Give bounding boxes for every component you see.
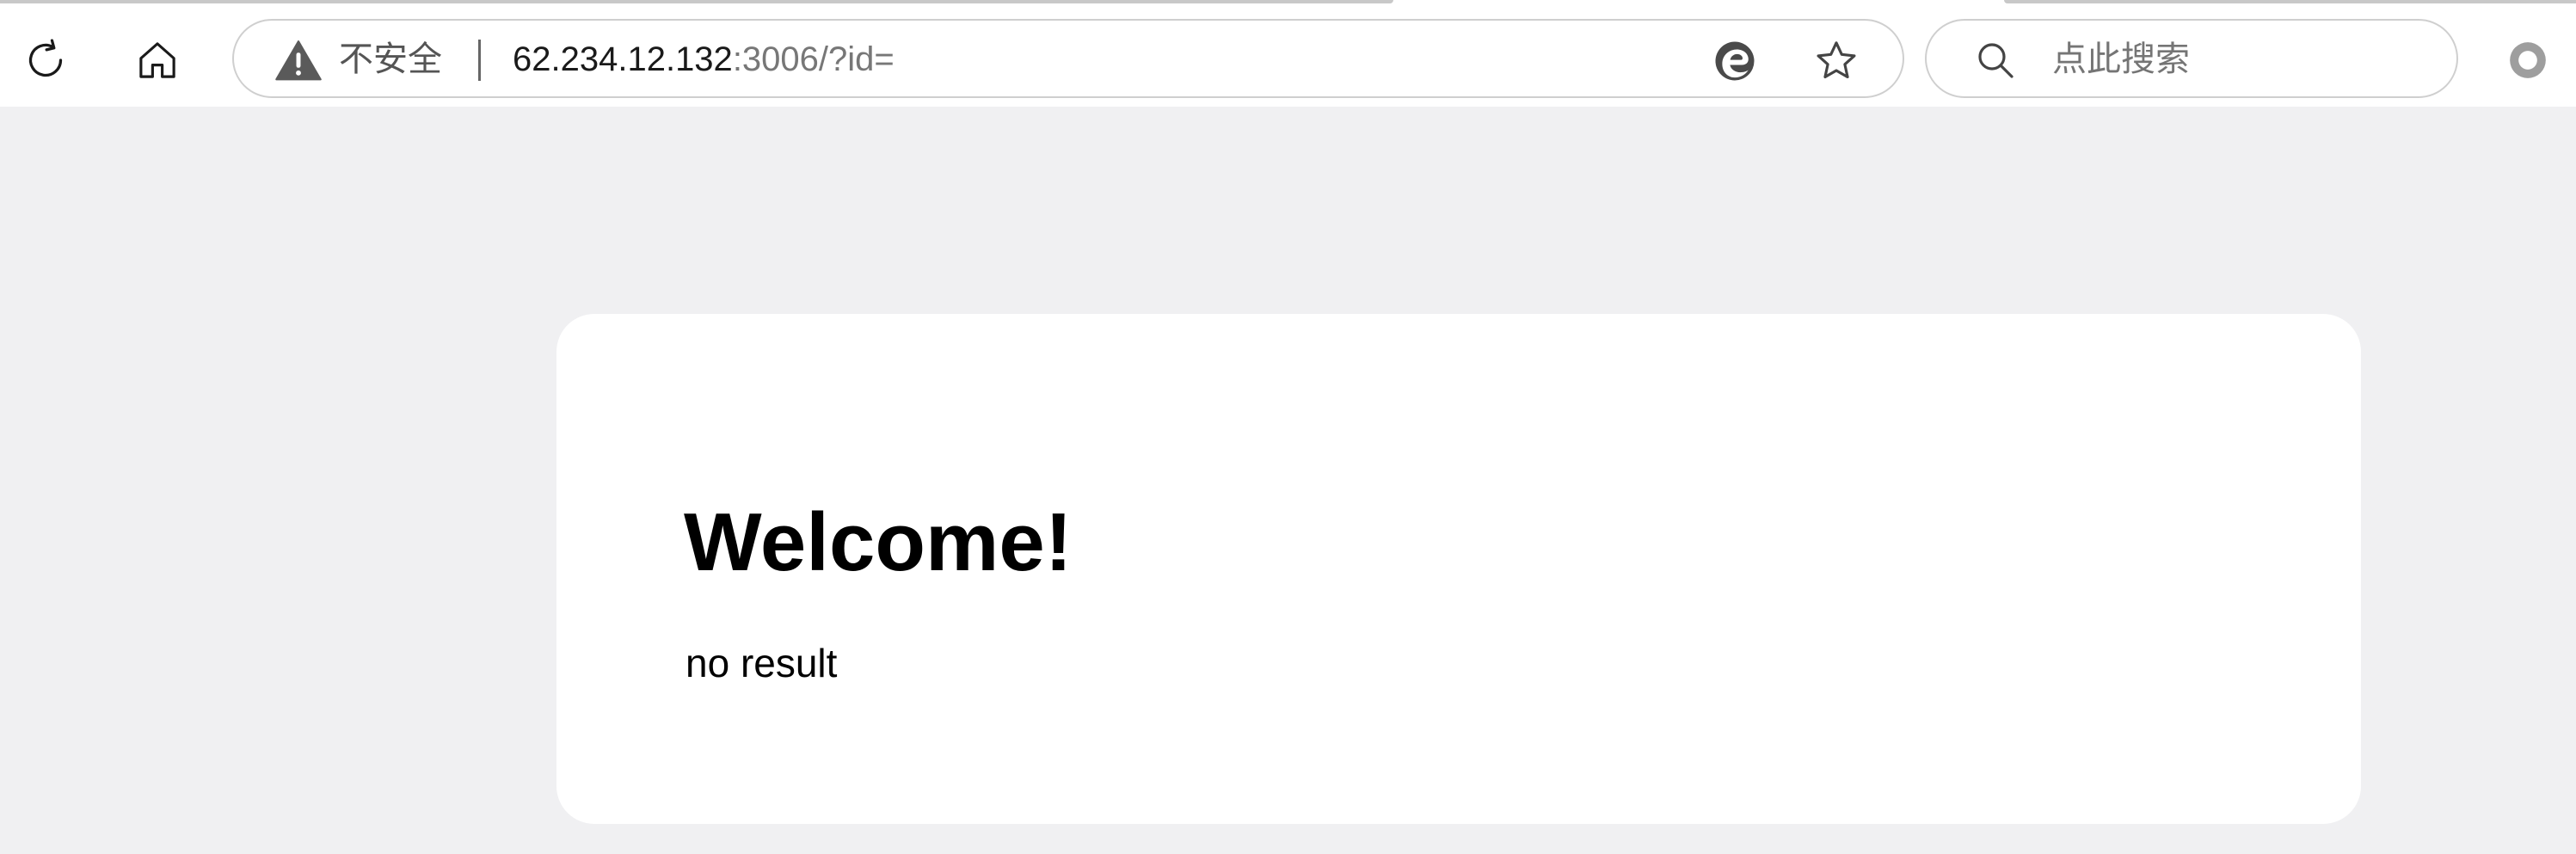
search-icon (1978, 43, 2013, 78)
search-input[interactable] (2052, 38, 2422, 81)
edge-logo-icon[interactable] (1712, 38, 1758, 84)
url-path: :3006/?id= (732, 40, 895, 78)
url-host: 62.234.12.132 (513, 40, 733, 78)
home-button[interactable] (124, 27, 191, 94)
address-bar[interactable]: 不安全 62.234.12.132:3006/?id= (232, 19, 1904, 98)
home-icon (139, 42, 175, 78)
warning-triangle-icon[interactable] (275, 40, 322, 81)
tab-edge-left (0, 0, 1393, 3)
reload-button[interactable] (12, 27, 79, 94)
search-box[interactable] (1925, 19, 2458, 98)
url-text[interactable]: 62.234.12.132:3006/?id= (513, 38, 895, 81)
security-status-label[interactable]: 不安全 (339, 38, 442, 81)
star-icon[interactable] (1813, 38, 1860, 84)
profile-icon[interactable] (2506, 39, 2549, 82)
tab-edge-right (2004, 0, 2576, 3)
result-message: no result (685, 641, 838, 685)
page-title: Welcome! (684, 496, 1073, 588)
reload-icon (28, 39, 63, 77)
address-divider (478, 40, 481, 81)
browser-toolbar: 不安全 62.234.12.132:3006/?id= (0, 4, 2576, 107)
content-card: Welcome! no result (556, 314, 2361, 824)
